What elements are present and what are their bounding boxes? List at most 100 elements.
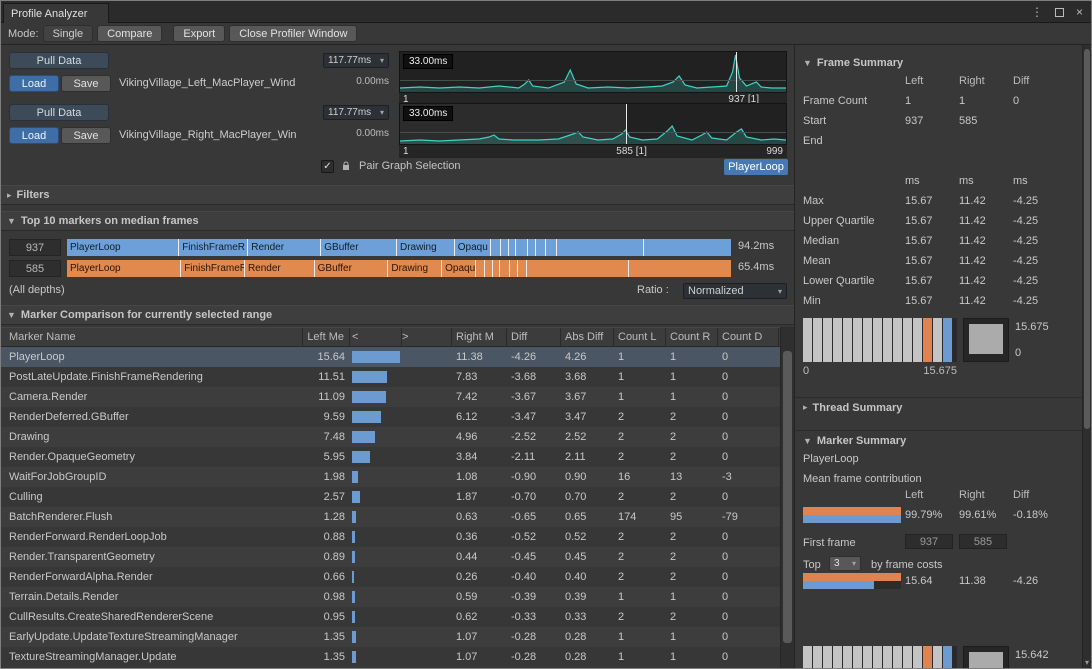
thread-summary-header[interactable]: ▸ Thread Summary: [795, 397, 1082, 417]
marker-segment[interactable]: [527, 260, 629, 277]
top-n-dropdown[interactable]: 3 ▾: [829, 556, 861, 571]
column-header-count-left[interactable]: Count L: [614, 328, 666, 346]
marker-segment[interactable]: [518, 260, 527, 277]
table-row[interactable]: Camera.Render11.097.42-3.673.67110: [1, 387, 780, 407]
marker-segment[interactable]: [476, 260, 485, 277]
column-header-count-right[interactable]: Count R: [666, 328, 718, 346]
marker-segment[interactable]: [516, 239, 527, 256]
kebab-menu-icon[interactable]: ⋮: [1031, 5, 1043, 19]
save-button[interactable]: Save: [61, 127, 111, 144]
pull-data-button[interactable]: Pull Data: [9, 104, 109, 121]
right-bar-cell: [402, 567, 452, 587]
marker-segment[interactable]: Drawing: [388, 260, 442, 277]
table-row[interactable]: EarlyUpdate.UpdateTextureStreamingManage…: [1, 627, 780, 647]
table-row[interactable]: RenderForward.RenderLoopJob0.880.36-0.52…: [1, 527, 780, 547]
marker-segment[interactable]: [510, 260, 518, 277]
marker-segment[interactable]: GBuffer: [315, 260, 389, 277]
table-row[interactable]: RenderForwardAlpha.Render0.660.26-0.400.…: [1, 567, 780, 587]
scrollbar-thumb[interactable]: [783, 351, 792, 643]
frame-number-chip[interactable]: 585: [9, 260, 61, 277]
lock-icon[interactable]: [341, 161, 351, 175]
pair-sel ection-checkbox[interactable]: ✓: [321, 160, 334, 173]
save-button[interactable]: Save: [61, 75, 111, 92]
marker-segment[interactable]: [491, 239, 501, 256]
marker-segment[interactable]: [501, 239, 510, 256]
table-row[interactable]: CullResults.CreateSharedRendererScene0.9…: [1, 607, 780, 627]
window-tab[interactable]: Profile Analyzer: [3, 3, 109, 23]
pull-data-button[interactable]: Pull Data: [9, 52, 109, 69]
ratio-dropdown[interactable]: Normalized ▾: [683, 283, 787, 299]
frame-time-graph-left[interactable]: 33.00ms: [399, 51, 787, 93]
marker-segment[interactable]: [644, 239, 731, 256]
marker-segment[interactable]: PlayerLoop: [67, 239, 179, 256]
table-row[interactable]: Drawing7.484.96-2.522.52220: [1, 427, 780, 447]
mode-compare-button[interactable]: Compare: [97, 25, 162, 42]
table-row[interactable]: BatchRenderer.Flush1.280.63-0.650.651749…: [1, 507, 780, 527]
marker-segment[interactable]: [546, 239, 557, 256]
table-row[interactable]: Render.TransparentGeometry0.890.44-0.450…: [1, 547, 780, 567]
frame-number-chip[interactable]: 937: [9, 239, 61, 256]
right-scrollbar[interactable]: ▾: [1082, 45, 1091, 668]
first-frame-left-button[interactable]: 937: [905, 534, 953, 549]
column-header-marker-name[interactable]: Marker Name: [1, 328, 303, 346]
table-row[interactable]: Terrain.Details.Render0.980.59-0.390.391…: [1, 587, 780, 607]
marker-segment[interactable]: Render: [248, 239, 321, 256]
scrollbar-thumb[interactable]: [1084, 49, 1090, 429]
marker-segment[interactable]: [536, 239, 546, 256]
load-button[interactable]: Load: [9, 75, 59, 92]
marker-segment[interactable]: Render: [245, 260, 315, 277]
table-row[interactable]: RenderDeferred.GBuffer9.596.12-3.473.472…: [1, 407, 780, 427]
table-row[interactable]: TextureStreamingManager.Update1.351.07-0…: [1, 647, 780, 667]
column-header-count-diff[interactable]: Count D: [718, 328, 779, 346]
column-header-right-bar[interactable]: >: [402, 328, 452, 346]
table-row[interactable]: PostLateUpdate.FinishFrameRendering11.51…: [1, 367, 780, 387]
close-icon[interactable]: ×: [1076, 5, 1083, 19]
export-button[interactable]: Export: [173, 25, 225, 42]
comparison-section-header[interactable]: ▼ Marker Comparison for currently select…: [1, 305, 794, 325]
marker-segment[interactable]: [557, 239, 644, 256]
summary-value: 11.42: [959, 275, 1013, 287]
marker-summary-title: Marker Summary: [817, 435, 906, 447]
first-frame-right-button[interactable]: 585: [959, 534, 1007, 549]
top10-section-header[interactable]: ▼ Top 10 markers on median frames: [1, 211, 794, 231]
marker-segment[interactable]: [485, 260, 493, 277]
close-profiler-button[interactable]: Close Profiler Window: [229, 25, 357, 42]
marker-segment[interactable]: [500, 260, 510, 277]
y-axis-max-dropdown[interactable]: 117.77ms ▾: [323, 105, 389, 120]
marker-segment[interactable]: PlayerLoop: [67, 260, 181, 277]
scroll-down-icon[interactable]: ▾: [1083, 658, 1091, 667]
table-row[interactable]: WaitForJobGroupID1.981.08-0.900.901613-3: [1, 467, 780, 487]
column-header-left-bar[interactable]: <: [350, 328, 402, 346]
marker-segment[interactable]: [509, 239, 516, 256]
frame-time-graph-right[interactable]: 33.00ms: [399, 103, 787, 145]
column-header-abs-diff[interactable]: Abs Diff: [561, 328, 614, 346]
marker-segment[interactable]: Drawing: [397, 239, 455, 256]
marker-segment[interactable]: FinishFrameR: [181, 260, 245, 277]
marker-segment[interactable]: Opaqu: [455, 239, 491, 256]
marker-summary-header[interactable]: ▼ Marker Summary: [795, 430, 1082, 450]
value-cell: 0.70: [561, 487, 614, 507]
table-row[interactable]: Render.OpaqueGeometry5.953.84-2.112.1122…: [1, 447, 780, 467]
column-header-left[interactable]: Left Me: [303, 328, 350, 346]
top10-bar: PlayerLoopFinishFrameRRenderGBufferDrawi…: [67, 239, 731, 256]
table-scrollbar[interactable]: [780, 327, 794, 668]
maximize-icon[interactable]: [1055, 8, 1064, 17]
filters-section-header[interactable]: ▸ Filters: [1, 185, 794, 205]
cost-diff-value: -4.26: [1013, 575, 1067, 587]
table-row[interactable]: Culling2.571.87-0.700.70220: [1, 487, 780, 507]
mode-single-button[interactable]: Single: [43, 25, 94, 42]
marker-segment[interactable]: [629, 260, 731, 277]
selected-marker-chip[interactable]: PlayerLoop: [724, 159, 788, 175]
marker-segment[interactable]: [528, 239, 537, 256]
column-header-right[interactable]: Right M: [452, 328, 507, 346]
y-axis-max-dropdown[interactable]: 117.77ms ▾: [323, 53, 389, 68]
frame-summary-header[interactable]: ▼ Frame Summary: [795, 53, 1082, 73]
marker-segment[interactable]: Opaqu: [442, 260, 476, 277]
table-row[interactable]: PlayerLoop15.6411.38-4.264.26110: [1, 347, 780, 367]
marker-segment[interactable]: FinishFrameR: [179, 239, 248, 256]
column-header-diff[interactable]: Diff: [507, 328, 561, 346]
summary-value: 11.42: [959, 215, 1013, 227]
load-button[interactable]: Load: [9, 127, 59, 144]
marker-segment[interactable]: [493, 260, 500, 277]
marker-segment[interactable]: GBuffer: [321, 239, 397, 256]
